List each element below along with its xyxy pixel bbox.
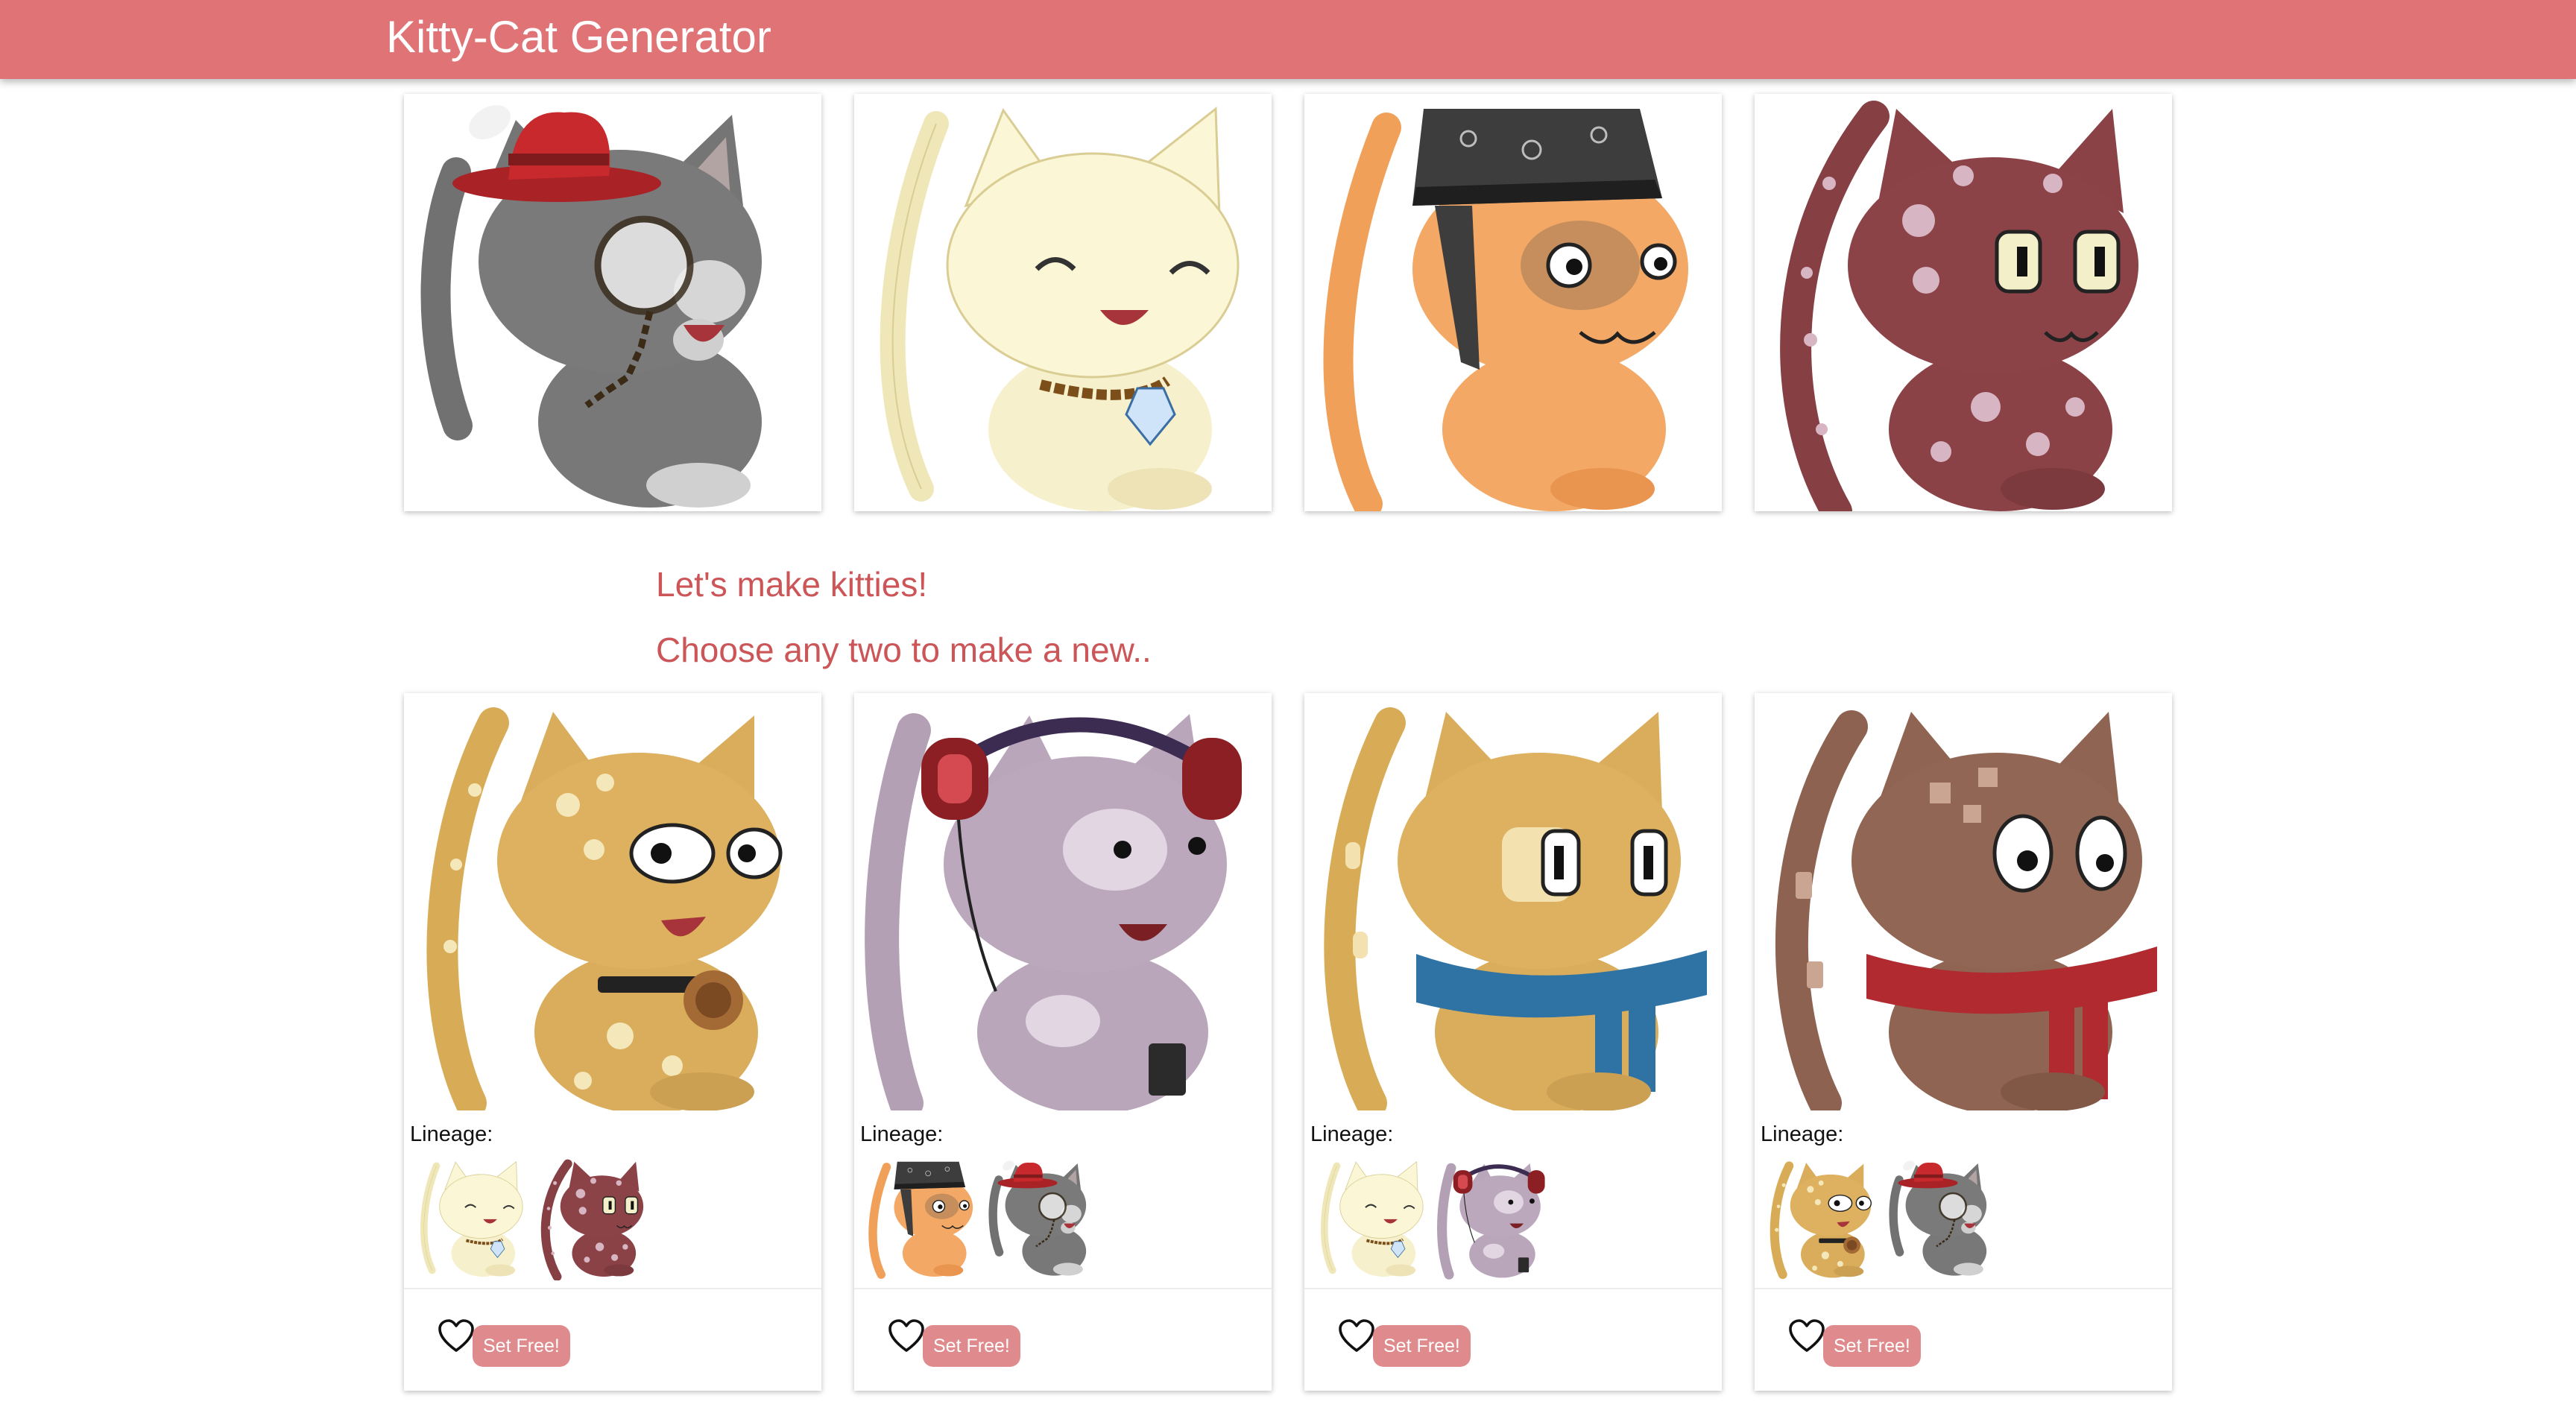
heart-outline-icon[interactable] bbox=[438, 1319, 474, 1355]
set-free-button[interactable]: Set Free! bbox=[1823, 1325, 1921, 1367]
cream-cat-image bbox=[854, 94, 1272, 511]
lineage-parent-thumbnail bbox=[984, 1154, 1103, 1280]
lineage-parent-thumbnail bbox=[534, 1154, 653, 1280]
gray-cat-image bbox=[404, 94, 821, 511]
card-footer: Set Free! bbox=[404, 1288, 821, 1391]
intro-heading: Let's make kitties! bbox=[656, 565, 928, 604]
lineage-parent-thumbnail bbox=[1313, 1154, 1433, 1280]
heart-outline-icon[interactable] bbox=[1339, 1319, 1374, 1355]
brand-title[interactable]: Kitty-Cat Generator bbox=[386, 10, 771, 64]
lavender-cat-image bbox=[854, 693, 1272, 1110]
lineage-parent-thumbnail bbox=[863, 1154, 982, 1280]
lineage-thumbnails bbox=[863, 1154, 1266, 1280]
lineage-parent-thumbnail bbox=[1764, 1154, 1883, 1280]
lineage-thumbnails bbox=[1764, 1154, 2166, 1280]
offspring-cat-card: Lineage: Set Free! bbox=[854, 693, 1272, 1391]
parent-cat-card[interactable] bbox=[1304, 94, 1722, 511]
heart-outline-icon[interactable] bbox=[1789, 1319, 1825, 1355]
parent-cat-card[interactable] bbox=[404, 94, 821, 511]
maroon-cat-image bbox=[1755, 94, 2172, 511]
lineage-label: Lineage: bbox=[1310, 1122, 1394, 1146]
card-footer: Set Free! bbox=[1755, 1288, 2172, 1391]
golden-spotted-cat-image bbox=[404, 693, 821, 1110]
card-footer: Set Free! bbox=[854, 1288, 1272, 1391]
lineage-label: Lineage: bbox=[410, 1122, 493, 1146]
parent-cat-card[interactable] bbox=[854, 94, 1272, 511]
lineage-parent-thumbnail bbox=[413, 1154, 532, 1280]
set-free-button[interactable]: Set Free! bbox=[923, 1325, 1020, 1367]
lineage-thumbnails bbox=[1313, 1154, 1716, 1280]
brown-scarf-cat-image bbox=[1755, 693, 2172, 1110]
intro-subheading: Choose any two to make a new.. bbox=[656, 631, 1152, 669]
parent-cat-card[interactable] bbox=[1755, 94, 2172, 511]
offspring-cat-card: Lineage: Set Free! bbox=[1304, 693, 1722, 1391]
offspring-cat-card: Lineage: Set Free! bbox=[404, 693, 821, 1391]
navbar: Kitty-Cat Generator bbox=[0, 0, 2576, 79]
card-footer: Set Free! bbox=[1304, 1288, 1722, 1391]
set-free-button[interactable]: Set Free! bbox=[473, 1325, 570, 1367]
lineage-parent-thumbnail bbox=[1434, 1154, 1553, 1280]
lineage-label: Lineage: bbox=[860, 1122, 944, 1146]
golden-scarf-cat-image bbox=[1304, 693, 1722, 1110]
offspring-cat-card: Lineage: Set Free! bbox=[1755, 693, 2172, 1391]
lineage-parent-thumbnail bbox=[1884, 1154, 2004, 1280]
lineage-thumbnails bbox=[413, 1154, 815, 1280]
orange-cat-image bbox=[1304, 94, 1722, 511]
lineage-label: Lineage: bbox=[1761, 1122, 1844, 1146]
heart-outline-icon[interactable] bbox=[888, 1319, 924, 1355]
set-free-button[interactable]: Set Free! bbox=[1373, 1325, 1471, 1367]
